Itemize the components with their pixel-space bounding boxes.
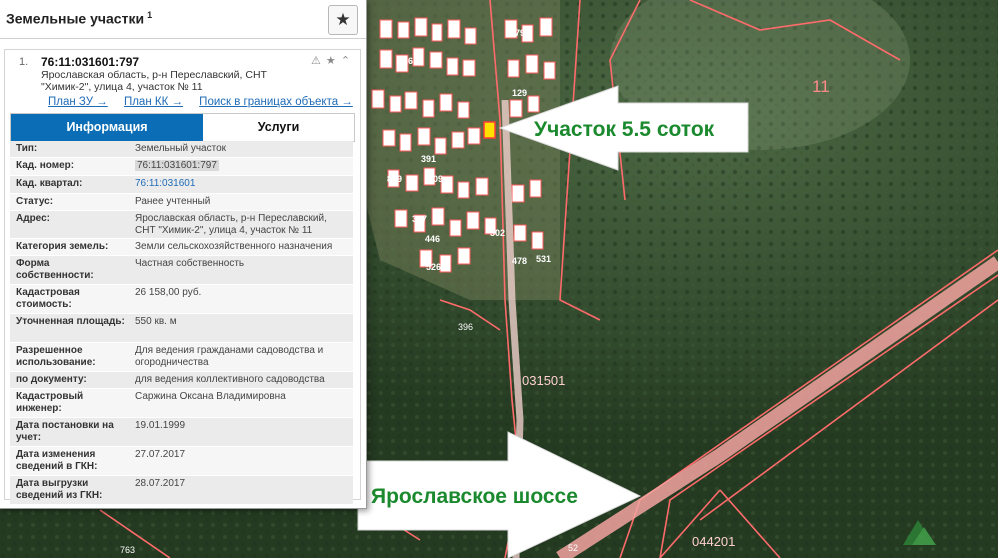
table-row: Уточненная площадь: 550 кв. м <box>10 314 353 343</box>
divider <box>0 38 366 39</box>
quarter-label: 031501 <box>522 373 565 388</box>
table-row: Кадастровая стоимость: 26 158,00 руб. <box>10 285 353 314</box>
plot-label: 409 <box>428 174 443 184</box>
result-index: 1. <box>19 56 29 68</box>
plan-zu-link[interactable]: План ЗУ → <box>48 96 108 108</box>
table-row: Тип: Земельный участок <box>10 141 353 158</box>
plot-label: 809 <box>387 174 402 184</box>
tab-services[interactable]: Услуги <box>203 114 354 141</box>
table-row: Форма собственности: Частная собственност… <box>10 256 353 285</box>
table-row: Кадастровый инженер: Саржина Оксана Влади… <box>10 389 353 418</box>
plot-label: 794 <box>515 28 530 38</box>
table-row: Кад. номер: 76:11:031601:797 <box>10 158 353 176</box>
favorite-star-button[interactable]: ★ <box>328 5 358 35</box>
plot-label: 446 <box>425 234 440 244</box>
land-plots-panel: Земельные участки 1 ★ 1. 76:11:031601:797… <box>0 0 367 509</box>
quarter-link[interactable]: 76:11:031601 <box>135 178 350 190</box>
plot-label: 763 <box>120 545 135 555</box>
parcel-11-label: 11 <box>812 77 830 96</box>
plan-kk-link[interactable]: План КК → <box>124 96 183 108</box>
table-row: Дата выгрузки сведений из ГКН: 28.07.2017 <box>10 476 353 505</box>
plot-label: 531 <box>536 254 551 264</box>
plot-label: 526 <box>426 262 441 272</box>
plot-label: 337 <box>412 214 427 224</box>
table-row: Адрес: Ярославская область, р-н Переславс… <box>10 211 353 239</box>
card-action-icons[interactable]: ⚠ ★ ⌃ <box>311 54 351 67</box>
table-row: Разрешенное использование: Для ведения гр… <box>10 343 353 372</box>
table-row: по документу: для ведения коллективного с… <box>10 372 353 389</box>
table-row: Кад. квартал: 76:11:031601 <box>10 176 353 194</box>
plot-label: 391 <box>421 154 436 164</box>
star-icon: ★ <box>335 10 351 29</box>
plot-label: 236 <box>398 56 413 66</box>
plan-links: План ЗУ → План КК → Поиск в границах объ… <box>48 96 366 108</box>
plot-label: 52 <box>568 543 578 553</box>
tab-info[interactable]: Информация <box>11 114 203 141</box>
plot-label: 302 <box>490 228 505 238</box>
plot-label: 396 <box>458 322 473 332</box>
cadastral-number-title[interactable]: 76:11:031601:797 <box>41 55 139 69</box>
road-callout-text: Ярославское шоссе <box>371 485 578 508</box>
table-row: Дата постановки на учет: 19.01.1999 <box>10 418 353 447</box>
plot-label: 129 <box>512 88 527 98</box>
plot-label: 478 <box>512 256 527 266</box>
tab-bar: Информация Услуги <box>10 113 355 142</box>
quarter-label: 044201 <box>692 534 735 549</box>
search-in-bounds-link[interactable]: Поиск в границах объекта → <box>199 96 353 108</box>
panel-title: Земельные участки 1 <box>6 10 153 27</box>
table-row: Дата изменения сведений в ГКН: 27.07.2017 <box>10 447 353 476</box>
plot-card: 1. 76:11:031601:797 ⚠ ★ ⌃ Ярославская об… <box>4 49 361 505</box>
selected-plot[interactable] <box>483 121 496 139</box>
info-table: Тип: Земельный участок Кад. номер: 76:11:0… <box>10 141 353 505</box>
table-row: Статус: Ранее учтенный <box>10 194 353 211</box>
plot-address: Ярославская область, р-н Переславский, С… <box>41 69 267 93</box>
table-row: Категория земель: Земли сельскохозяйствен… <box>10 239 353 256</box>
plot-callout-text: Участок 5.5 соток <box>534 118 715 141</box>
